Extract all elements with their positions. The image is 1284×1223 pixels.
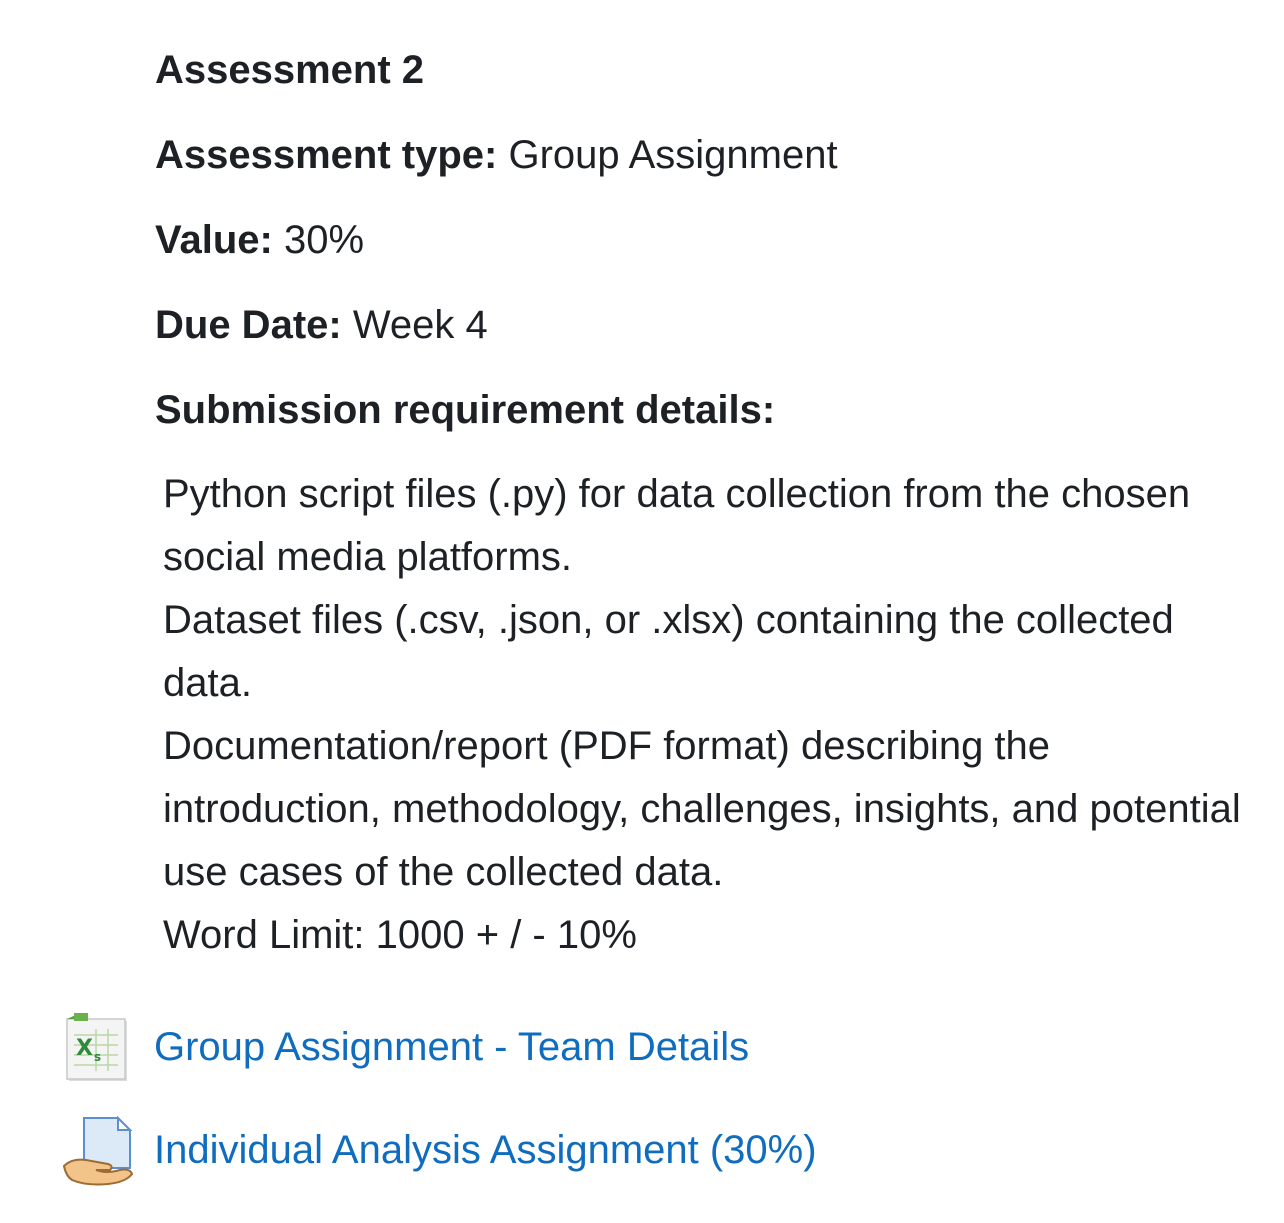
spreadsheet-icon: X s <box>62 1011 134 1083</box>
requirement-item: Dataset files (.csv, .json, or .xlsx) co… <box>163 598 1174 705</box>
assignment-submit-icon <box>62 1114 134 1186</box>
assessment-type: Assessment type: Group Assignment <box>155 129 1255 181</box>
requirement-item: Python script files (.py) for data colle… <box>163 472 1191 579</box>
assessment-due-date: Due Date: Week 4 <box>155 299 1255 351</box>
assessment-title: Assessment 2 <box>155 48 425 92</box>
team-details-link[interactable]: Group Assignment - Team Details <box>154 1021 749 1073</box>
individual-assignment-link[interactable]: Individual Analysis Assignment (30%) <box>154 1124 817 1176</box>
resource-individual-assignment[interactable]: Individual Analysis Assignment (30%) <box>62 1114 817 1186</box>
svg-text:X: X <box>76 1036 93 1061</box>
requirements-title: Submission requirement details: <box>155 388 776 432</box>
due-date-value: Week 4 <box>341 303 488 347</box>
assessment-type-label: Assessment type: <box>155 133 498 177</box>
due-date-label: Due Date: <box>155 303 342 347</box>
svg-text:s: s <box>94 1050 101 1064</box>
assessment-value-label: Value: <box>155 218 273 262</box>
assessment-value: Value: 30% <box>155 214 1255 266</box>
assessment-type-value: Group Assignment <box>497 133 838 177</box>
requirements-list: Python script files (.py) for data colle… <box>163 463 1243 967</box>
requirement-item: Word Limit: 1000 + / - 10% <box>163 913 637 957</box>
assessment-value-value: 30% <box>272 218 365 262</box>
resource-team-details[interactable]: X s Group Assignment - Team Details <box>62 1011 749 1083</box>
assessment-section: Assessment 2 Assessment type: Group Assi… <box>155 44 1255 967</box>
requirement-item: Documentation/report (PDF format) descri… <box>163 724 1241 894</box>
